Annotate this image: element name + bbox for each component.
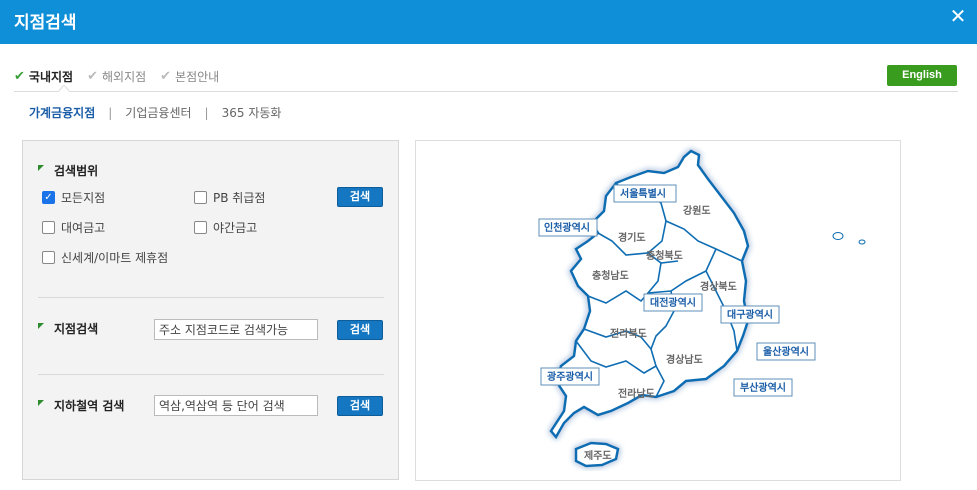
check-icon: ✔: [87, 68, 98, 84]
city-seoul[interactable]: 서울특별시: [613, 184, 677, 203]
checkbox-safe-deposit[interactable]: 대여금고: [42, 219, 105, 236]
checkbox-label: 신세계/이마트 제휴점: [61, 251, 169, 265]
region-jeju: 제주도: [584, 449, 612, 462]
tab-label: 해외지점: [101, 69, 147, 84]
region-chungnam: 충청남도: [592, 269, 629, 282]
checkbox-icon: [194, 191, 207, 204]
subway-search-heading: 지하철역 검색: [38, 397, 124, 414]
divider: [38, 297, 384, 298]
branch-search-input[interactable]: [154, 319, 318, 340]
checkbox-label: 대여금고: [61, 221, 106, 235]
checkbox-checked-icon: ✓: [42, 191, 55, 204]
region-chungbuk: 충청북도: [646, 249, 683, 262]
city-label: 서울특별시: [620, 187, 666, 200]
close-icon[interactable]: ✕: [948, 5, 968, 27]
checkbox-night-safe[interactable]: 야간금고: [194, 219, 257, 236]
city-daegu[interactable]: 대구광역시: [720, 305, 780, 324]
checkbox-icon: [194, 221, 207, 234]
checkbox-icon: [42, 251, 55, 264]
region-gyeonggi: 경기도: [618, 231, 646, 244]
sub-tabs: 가계금융지점 | 기업금융센터 | 365 자동화: [29, 104, 281, 121]
korea-map: 강원도 경기도 충청북도 충청남도 경상북도 전라북도 경상남도 전라남도 제주…: [415, 140, 901, 481]
region-gangwon: 강원도: [683, 204, 711, 217]
separator: |: [108, 105, 113, 120]
branch-search-button[interactable]: 검색: [337, 320, 383, 340]
checkbox-shinsegae[interactable]: 신세계/이마트 제휴점: [42, 249, 168, 266]
checkbox-icon: [42, 221, 55, 234]
subtab-retail[interactable]: 가계금융지점: [29, 104, 95, 121]
city-label: 인천광역시: [544, 221, 590, 234]
region-jeonnam: 전라남도: [618, 387, 655, 400]
ulleungdo-island: [832, 232, 844, 240]
subway-search-input[interactable]: [154, 395, 318, 416]
tab-pointer: [58, 85, 70, 92]
city-busan[interactable]: 부산광역시: [733, 378, 793, 397]
tab-label: 본점안내: [175, 69, 220, 84]
checkbox-all-branches[interactable]: ✓ 모든지점: [42, 189, 105, 206]
title-bar: 지점검색 ✕: [0, 0, 977, 44]
search-panel: 검색범위 ✓ 모든지점 PB 취급점 검색 대여금고 야간금고 신세계/이마트 …: [22, 140, 399, 480]
korea-map-svg: 강원도 경기도 충청북도 충청남도 경상북도 전라북도 경상남도 전라남도 제주…: [538, 149, 866, 468]
branch-search-heading: 지점검색: [38, 320, 98, 337]
subtab-atm[interactable]: 365 자동화: [222, 104, 282, 121]
tab-domestic[interactable]: ✔ 국내지점: [14, 66, 73, 86]
city-label: 광주광역시: [547, 370, 593, 383]
city-label: 부산광역시: [740, 381, 786, 394]
separator: |: [204, 105, 209, 120]
region-jeonbuk: 전라북도: [610, 327, 647, 340]
city-label: 대전광역시: [650, 296, 696, 309]
tab-label: 국내지점: [28, 69, 74, 84]
checkbox-label: 야간금고: [213, 221, 258, 235]
checkbox-label: 모든지점: [61, 191, 106, 205]
divider: [38, 374, 384, 375]
checkbox-label: PB 취급점: [213, 191, 266, 205]
city-daejeon[interactable]: 대전광역시: [643, 293, 703, 312]
scope-search-button[interactable]: 검색: [337, 187, 383, 207]
check-icon: ✔: [160, 68, 172, 84]
subtab-corporate[interactable]: 기업금융센터: [125, 104, 191, 121]
tab-overseas[interactable]: ✔ 해외지점: [87, 66, 146, 86]
tab-divider: [14, 91, 958, 92]
city-label: 대구광역시: [727, 308, 773, 321]
city-ulsan[interactable]: 울산광역시: [756, 342, 816, 361]
region-gyeongbuk: 경상북도: [700, 280, 737, 293]
dokdo-island: [858, 239, 866, 245]
top-tabs: ✔ 국내지점 ✔ 해외지점 ✔ 본점안내: [14, 66, 219, 86]
tab-headquarters[interactable]: ✔ 본점안내: [160, 66, 219, 86]
city-gwangju[interactable]: 광주광역시: [540, 367, 600, 386]
subway-search-button[interactable]: 검색: [337, 396, 383, 416]
checkbox-pb[interactable]: PB 취급점: [194, 189, 265, 206]
check-icon: ✔: [14, 68, 25, 84]
window-title: 지점검색: [14, 13, 77, 33]
region-gyeongnam: 경상남도: [666, 353, 703, 366]
city-label: 울산광역시: [763, 345, 809, 358]
scope-heading: 검색범위: [38, 162, 98, 179]
city-incheon[interactable]: 인천광역시: [538, 218, 598, 237]
english-button[interactable]: English: [887, 65, 957, 86]
